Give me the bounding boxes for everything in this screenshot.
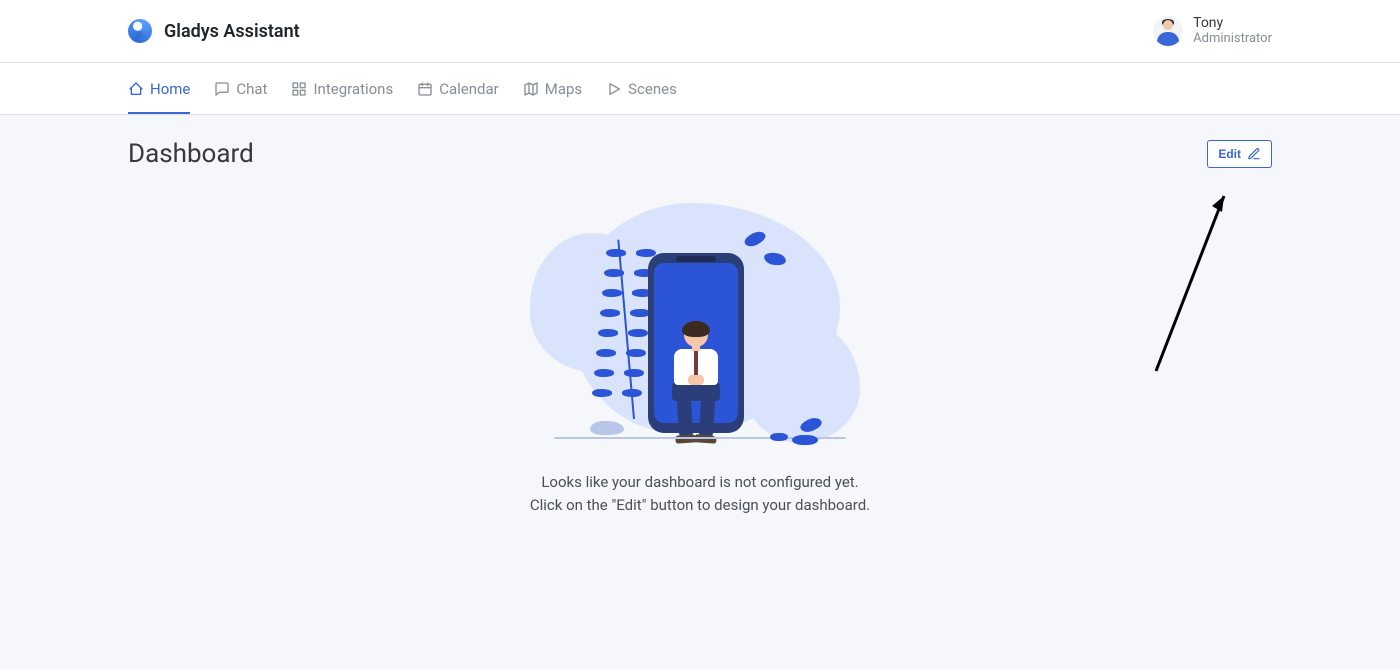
nav-scenes[interactable]: Scenes [606,68,677,114]
map-icon [523,81,539,97]
edit-button-label: Edit [1218,147,1241,161]
play-icon [606,81,622,97]
grid-icon [291,81,307,97]
nav-integrations[interactable]: Integrations [291,68,393,114]
calendar-icon [417,81,433,97]
nav-maps[interactable]: Maps [523,68,582,114]
top-bar: Gladys Assistant Tony Administrator [0,0,1400,63]
nav-home[interactable]: Home [128,68,190,114]
user-name: Tony [1193,16,1272,31]
brand[interactable]: Gladys Assistant [128,19,300,43]
nav-maps-label: Maps [545,80,582,98]
user-info: Tony Administrator [1193,16,1272,46]
nav-home-label: Home [150,80,190,98]
edit-icon [1247,147,1261,161]
nav-integrations-label: Integrations [313,80,393,98]
edit-button[interactable]: Edit [1207,140,1272,168]
chat-icon [214,81,230,97]
empty-line-2: Click on the "Edit" button to design you… [530,494,870,517]
page-content: Dashboard Edit [0,115,1400,540]
app-logo-icon [128,19,152,43]
user-menu[interactable]: Tony Administrator [1153,16,1272,46]
main-nav: Home Chat Integrations Calendar Maps Sce… [0,63,1400,115]
nav-calendar[interactable]: Calendar [417,68,499,114]
home-icon [128,81,144,97]
person-icon [656,323,736,443]
empty-line-1: Looks like your dashboard is not configu… [530,471,870,494]
empty-illustration [540,193,860,453]
empty-message: Looks like your dashboard is not configu… [530,471,870,516]
brand-name: Gladys Assistant [164,21,300,42]
page-title: Dashboard [128,139,254,169]
nav-chat[interactable]: Chat [214,68,267,114]
user-avatar-icon [1153,16,1183,46]
empty-state: Looks like your dashboard is not configu… [128,193,1272,516]
page-header: Dashboard Edit [128,139,1272,169]
nav-scenes-label: Scenes [628,80,677,98]
nav-chat-label: Chat [236,80,267,98]
nav-calendar-label: Calendar [439,80,499,98]
user-role: Administrator [1193,32,1272,46]
